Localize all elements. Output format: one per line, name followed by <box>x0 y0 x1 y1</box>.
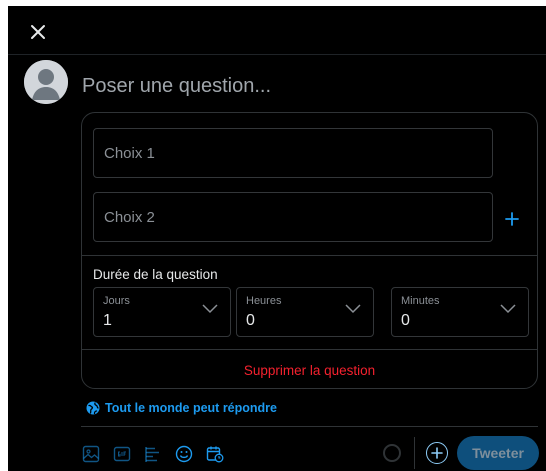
duration-hours-select[interactable]: Heures 0 <box>236 287 374 337</box>
reply-setting-button[interactable]: Tout le monde peut répondre <box>86 400 277 416</box>
poll-icon <box>145 447 159 462</box>
chevron-down-icon <box>345 304 361 314</box>
poll-card: Durée de la question Jours 1 Heures 0 Mi… <box>81 112 538 389</box>
poll-choice-2-input[interactable] <box>93 192 493 242</box>
modal-header <box>8 6 546 55</box>
plus-circle-icon <box>431 447 443 459</box>
duration-minutes-label: Minutes <box>401 295 440 307</box>
poll-divider <box>82 255 537 256</box>
add-tweet-button[interactable] <box>426 442 448 464</box>
tweet-compose-modal: Durée de la question Jours 1 Heures 0 Mi… <box>8 6 546 471</box>
remove-poll-button[interactable]: Supprimer la question <box>82 350 537 390</box>
duration-minutes-value: 0 <box>401 312 410 329</box>
character-counter <box>383 444 401 462</box>
plus-icon <box>505 212 519 226</box>
schedule-button[interactable] <box>206 445 224 463</box>
duration-days-label: Jours <box>103 295 130 307</box>
media-button[interactable] <box>82 445 100 463</box>
tweet-button[interactable]: Tweeter <box>457 436 539 470</box>
emoji-button[interactable] <box>175 445 193 463</box>
chevron-down-icon <box>500 304 516 314</box>
poll-button[interactable] <box>144 445 162 463</box>
duration-hours-label: Heures <box>246 295 282 307</box>
image-icon <box>82 445 100 463</box>
globe-icon <box>86 401 100 415</box>
duration-title: Durée de la question <box>93 267 218 282</box>
gif-button[interactable] <box>113 445 131 463</box>
emoji-icon <box>175 445 193 463</box>
chevron-down-icon <box>202 304 218 314</box>
gif-icon <box>113 446 131 462</box>
duration-days-value: 1 <box>103 312 112 329</box>
schedule-icon <box>206 446 224 463</box>
close-icon <box>31 25 45 39</box>
add-choice-button[interactable] <box>501 208 523 230</box>
default-avatar-icon <box>24 60 68 104</box>
toolbar-separator <box>414 437 415 469</box>
duration-days-select[interactable]: Jours 1 <box>93 287 231 337</box>
compose-divider <box>81 426 538 427</box>
duration-hours-value: 0 <box>246 312 255 329</box>
avatar[interactable] <box>24 60 68 104</box>
poll-choice-1-input[interactable] <box>93 128 493 178</box>
duration-minutes-select[interactable]: Minutes 0 <box>391 287 529 337</box>
question-input[interactable] <box>82 72 522 100</box>
reply-setting-label: Tout le monde peut répondre <box>105 401 277 415</box>
close-button[interactable] <box>24 18 52 46</box>
